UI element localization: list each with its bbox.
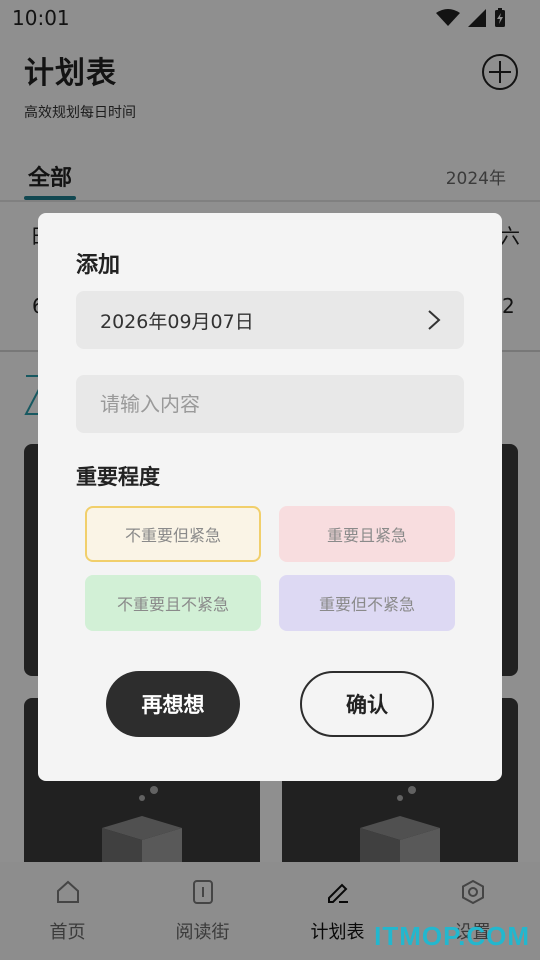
importance-heading: 重要程度 bbox=[76, 465, 160, 489]
content-input[interactable] bbox=[76, 375, 464, 433]
add-plan-dialog: 添加 2026年09月07日 重要程度 不重要但紧急 重要且紧急 不重要且不紧急… bbox=[38, 213, 502, 781]
cancel-button[interactable]: 再想想 bbox=[106, 671, 240, 737]
date-value: 2026年09月07日 bbox=[100, 310, 254, 333]
option-not-important-urgent[interactable]: 不重要但紧急 bbox=[85, 506, 261, 562]
watermark: ITMOP.COM bbox=[374, 921, 530, 951]
dialog-title: 添加 bbox=[76, 253, 121, 278]
option-important-not-urgent[interactable]: 重要但不紧急 bbox=[279, 575, 455, 631]
option-important-urgent[interactable]: 重要且紧急 bbox=[279, 506, 455, 562]
date-picker-field[interactable]: 2026年09月07日 bbox=[76, 291, 464, 349]
confirm-button[interactable]: 确认 bbox=[300, 671, 434, 737]
option-not-important-not-urgent[interactable]: 不重要且不紧急 bbox=[85, 575, 261, 631]
chevron-right-icon bbox=[428, 310, 441, 330]
